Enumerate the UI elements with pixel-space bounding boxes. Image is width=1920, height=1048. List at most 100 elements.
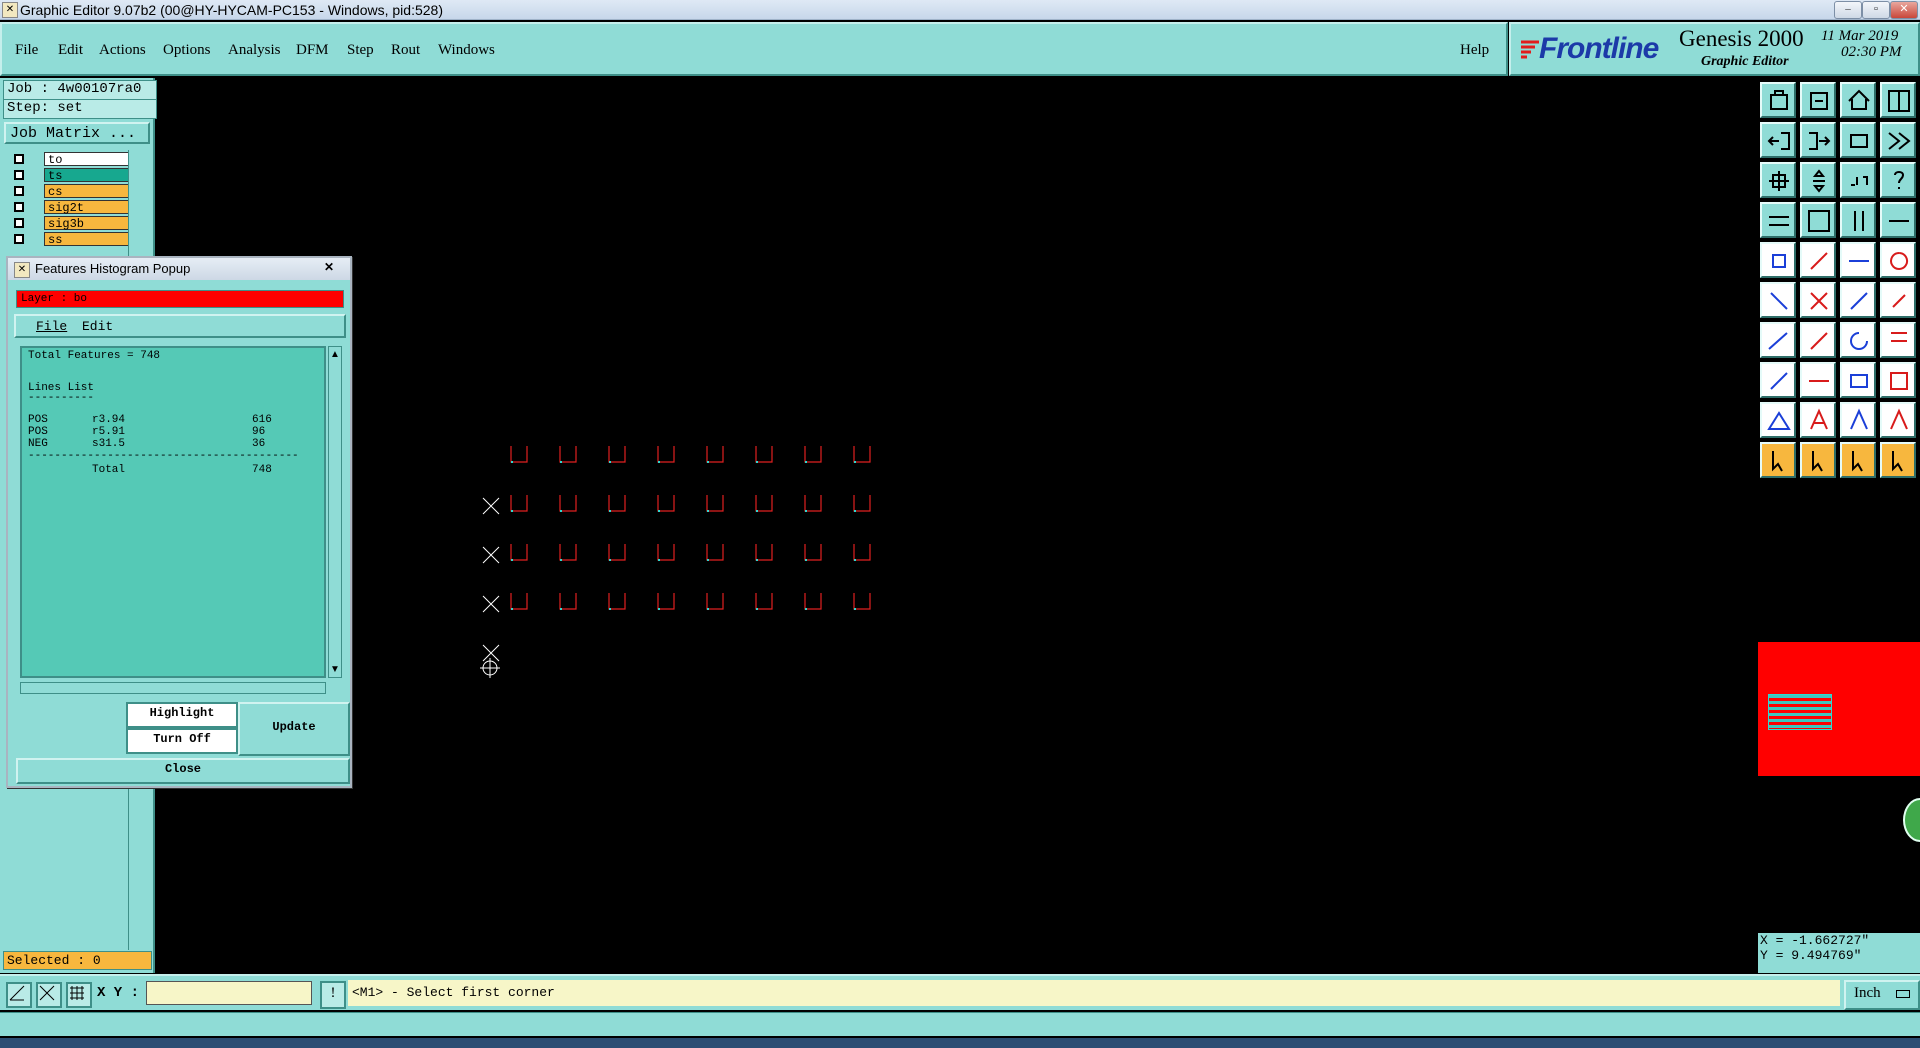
popup-menu-edit[interactable]: Edit [82,319,113,334]
layer-row-to[interactable]: to [12,152,135,167]
layer-checkbox[interactable] [14,218,24,228]
pad-feature[interactable] [804,446,822,463]
pad-feature[interactable] [510,544,528,561]
close-button[interactable]: Close [16,758,350,784]
turn-off-button[interactable]: Turn Off [126,728,238,754]
pad-feature[interactable] [853,544,871,561]
menu-options[interactable]: Options [163,42,211,59]
pad-feature[interactable] [559,593,577,610]
rotate-icon[interactable] [1800,242,1836,278]
pan-left-icon[interactable] [1760,122,1796,158]
overview-map[interactable] [1758,642,1920,776]
popup-title-bar[interactable]: ✕ Features Histogram Popup ✕ [8,258,350,280]
pad-feature[interactable] [657,446,675,463]
pad-feature[interactable] [559,544,577,561]
pin-icon[interactable] [1840,362,1876,398]
layer-checkbox[interactable] [14,154,24,164]
pad-feature[interactable] [559,495,577,512]
pointer-sub-icon[interactable] [1840,442,1876,478]
zoom-in-icon[interactable] [1800,162,1836,198]
job-matrix-button[interactable]: Job Matrix ... [4,122,150,144]
line-red-icon[interactable] [1760,322,1796,358]
menu-help[interactable]: Help [1460,42,1489,59]
layer-row-sig2t[interactable]: sig2t [12,200,135,215]
text-c-icon[interactable] [1880,402,1916,438]
graphic-canvas[interactable] [157,78,1757,973]
menu-windows[interactable]: Windows [438,42,495,59]
histogram-text-area[interactable]: Total Features = 748 Lines List --------… [20,346,326,678]
step-icon[interactable] [1880,122,1916,158]
pad-feature[interactable] [853,446,871,463]
text-a-icon[interactable] [1800,402,1836,438]
pad-feature[interactable] [804,544,822,561]
pad-feature[interactable] [657,544,675,561]
minus-icon[interactable] [1800,362,1836,398]
pad-feature[interactable] [608,593,626,610]
camera-icon[interactable] [1760,242,1796,278]
pad-feature[interactable] [804,495,822,512]
pad-feature[interactable] [657,495,675,512]
home-icon[interactable] [1840,82,1876,118]
menu-edit[interactable]: Edit [58,42,83,59]
pad-feature[interactable] [510,495,528,512]
menu-rout[interactable]: Rout [391,42,420,59]
scale-icon[interactable] [1840,162,1876,198]
menu-step[interactable]: Step [347,42,374,59]
connect-icon[interactable] [1760,282,1796,318]
save-icon[interactable] [1800,82,1836,118]
scroll-up-icon[interactable]: ▲ [330,349,340,360]
close-window-button[interactable]: ✕ [1890,1,1918,19]
menu-analysis[interactable]: Analysis [228,42,281,59]
pad-feature[interactable] [706,446,724,463]
scroll-down-icon[interactable]: ▼ [330,664,340,675]
pad-feature[interactable] [853,495,871,512]
snap-icon[interactable] [1760,202,1796,238]
tool-a-icon[interactable] [1840,202,1876,238]
menu-actions[interactable]: Actions [99,42,146,59]
pad-feature[interactable] [510,446,528,463]
xy-input[interactable] [146,981,312,1005]
maximize-button[interactable]: ▫ [1862,1,1890,19]
pad-feature[interactable] [853,593,871,610]
arc-icon[interactable] [1840,322,1876,358]
pad-feature[interactable] [755,544,773,561]
layer-checkbox[interactable] [14,186,24,196]
pad-feature[interactable] [559,446,577,463]
pointer-route-icon[interactable] [1880,442,1916,478]
layer-checkbox[interactable] [14,234,24,244]
menu-file[interactable]: File [15,42,38,59]
pad-feature[interactable] [804,593,822,610]
zoom-fit-icon[interactable] [1760,162,1796,198]
open-icon[interactable] [1760,82,1796,118]
minimize-button[interactable]: – [1834,1,1862,19]
pan-right-icon[interactable] [1800,122,1836,158]
help-icon[interactable] [1880,162,1916,198]
layer-row-cs[interactable]: cs [12,184,135,199]
measure-icon[interactable] [36,982,62,1008]
tool-b-icon[interactable] [1880,202,1916,238]
pointer-icon[interactable] [1760,442,1796,478]
layer-row-sig3b[interactable]: sig3b [12,216,135,231]
pad-feature[interactable] [706,495,724,512]
snap-icon[interactable] [6,982,32,1008]
layer-row-ts[interactable]: ts [12,168,135,183]
popup-close-icon[interactable]: ✕ [314,260,344,276]
pad-icon[interactable] [1880,322,1916,358]
window-icon[interactable] [1840,122,1876,158]
cross-icon[interactable] [1800,282,1836,318]
update-button[interactable]: Update [238,702,350,756]
node-a-icon[interactable] [1840,282,1876,318]
circle-icon[interactable] [1880,242,1916,278]
horizontal-scrollbar[interactable] [20,682,326,694]
layout-icon[interactable] [1880,82,1916,118]
vertical-scrollbar[interactable]: ▲ ▼ [328,346,342,678]
pad-feature[interactable] [755,593,773,610]
pad-feature[interactable] [706,544,724,561]
menu-dfm[interactable]: DFM [296,42,329,59]
pad-feature[interactable] [657,593,675,610]
node-b-icon[interactable] [1880,282,1916,318]
move-icon[interactable] [1760,362,1796,398]
pointer-add-icon[interactable] [1800,442,1836,478]
pad-feature[interactable] [608,495,626,512]
units-dropdown[interactable]: Inch [1844,980,1920,1010]
